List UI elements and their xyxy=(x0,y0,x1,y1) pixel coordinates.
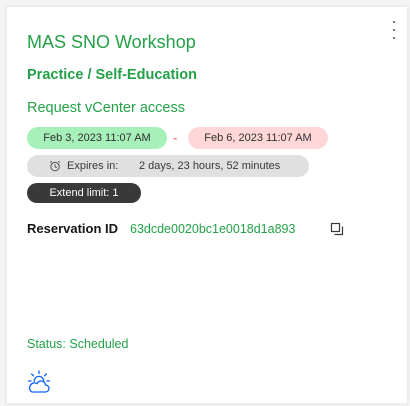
start-date-tag: Feb 3, 2023 11:07 AM xyxy=(27,127,167,149)
expires-tag: Expires in: 2 days, 23 hours, 52 minutes xyxy=(27,155,309,177)
overflow-menu-icon[interactable] xyxy=(389,21,399,39)
status-text: Status: Scheduled xyxy=(27,337,129,351)
alarm-clock-icon xyxy=(49,160,61,172)
card-subtitle: Practice / Self-Education xyxy=(27,67,198,83)
expires-label: Expires in: xyxy=(67,160,119,172)
copy-icon[interactable] xyxy=(330,222,344,236)
reservation-id-label: Reservation ID xyxy=(27,221,119,236)
card-title: MAS SNO Workshop xyxy=(27,32,196,52)
extend-limit-tag: Extend limit: 1 xyxy=(27,183,141,203)
reservation-card: MAS SNO Workshop Practice / Self-Educati… xyxy=(6,6,408,404)
reservation-id-value: 63dcde0020bc1e0018d1a893 xyxy=(130,222,296,236)
request-vcenter-access-link[interactable]: Request vCenter access xyxy=(27,100,185,116)
date-separator: - xyxy=(173,130,178,145)
partly-cloudy-icon xyxy=(27,370,51,393)
expires-value: 2 days, 23 hours, 52 minutes xyxy=(139,160,281,172)
end-date-tag: Feb 6, 2023 11:07 AM xyxy=(188,127,328,149)
